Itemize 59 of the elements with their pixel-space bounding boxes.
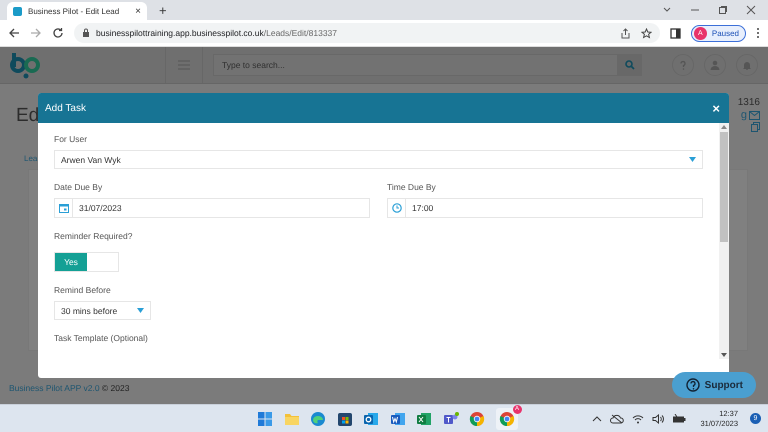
store-icon[interactable] [336,410,352,426]
clock-icon [392,203,402,213]
footer-text: Business Pilot APP v2.0 © 2023 [9,383,130,393]
calendar-icon [58,203,68,213]
chrome-icon[interactable] [469,410,485,426]
search-field[interactable]: Type to search... [213,54,618,76]
user-icon [710,60,720,70]
reload-icon[interactable] [52,27,64,39]
battery-icon[interactable] [672,414,686,424]
field-label: Time Due By [387,182,436,192]
scroll-down-icon[interactable] [721,353,727,357]
time-field[interactable]: 17:00 [387,198,703,218]
restore-icon[interactable] [718,5,728,15]
side-panel-icon[interactable] [670,28,681,38]
chrome-icon [498,410,514,426]
close-button[interactable]: × [712,100,720,116]
close-tab-button[interactable]: × [135,6,141,16]
lead-number: 1316 [738,97,760,108]
site-logo-icon [13,6,22,16]
star-icon[interactable] [640,28,652,38]
share-icon[interactable] [620,28,631,38]
remind-before-select[interactable]: 30 mins before [54,301,151,320]
tab-title: Business Pilot - Edit Lead [28,6,120,16]
help-icon [686,378,700,392]
more-icon[interactable] [756,27,760,39]
search-icon [625,60,635,70]
browser-tab[interactable]: Business Pilot - Edit Lead × [7,2,147,20]
email-text: g [740,109,747,121]
bell-icon [742,60,752,70]
scrollbar[interactable] [719,123,729,359]
field-label: Date Due By [54,182,102,192]
question-icon [678,60,688,70]
dialog-title: Add Task [45,102,86,114]
caret-icon [689,157,696,162]
address-bar[interactable]: businesspilottraining.app.businesspilot.co.uk/Leads/Edit/813337 [74,23,660,43]
teams-icon[interactable] [442,410,458,426]
excel-icon[interactable] [416,410,432,426]
page-title: Ed [16,104,40,128]
field-label: For User [54,134,88,144]
chevron-up-icon[interactable] [592,414,602,422]
user-select[interactable]: Arwen Van Wyk [54,150,703,169]
speaker-icon[interactable] [652,414,664,424]
scroll-up-icon[interactable] [721,125,727,129]
field-label: Reminder Required? [54,231,132,241]
windows-start-icon[interactable] [257,410,273,426]
wifi-icon[interactable] [632,414,644,424]
outlook-icon[interactable] [363,410,379,426]
caret-icon [137,308,144,313]
edge-browser-icon[interactable] [310,410,326,426]
new-tab-button[interactable]: + [159,4,167,18]
word-icon[interactable] [390,410,406,426]
support-button[interactable]: Support [672,372,756,398]
back-icon[interactable] [8,27,20,39]
date-field[interactable]: 31/07/2023 [54,198,370,218]
close-icon[interactable] [746,5,756,15]
field-label: Task Template (Optional) [54,333,148,343]
field-label: Remind Before [54,285,111,295]
lock-icon[interactable] [82,28,90,38]
cloud-icon[interactable] [610,414,624,424]
